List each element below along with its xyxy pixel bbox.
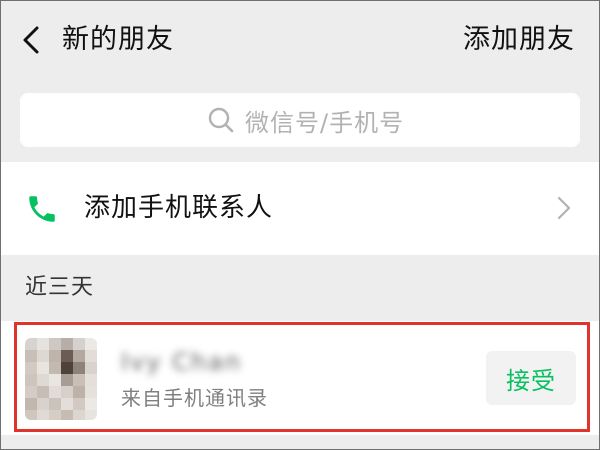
avatar[interactable] <box>25 338 97 420</box>
search-input[interactable]: 微信号/手机号 <box>20 93 580 147</box>
add-phone-contacts-label: 添加手机联系人 <box>84 193 274 223</box>
request-source-label: 来自手机通讯录 <box>121 386 268 410</box>
search-icon <box>208 107 234 133</box>
page-title: 新的朋友 <box>62 24 174 55</box>
top-navigation-bar: 新的朋友 添加朋友 <box>1 1 599 79</box>
chevron-right-icon <box>557 196 571 220</box>
add-friend-link[interactable]: 添加朋友 <box>463 20 575 60</box>
avatar-mosaic-image <box>25 338 97 420</box>
add-phone-contacts-item[interactable]: 添加手机联系人 <box>1 162 599 255</box>
accept-button[interactable]: 接受 <box>486 351 576 405</box>
phone-icon <box>29 196 55 222</box>
requester-name: Ivy Chan <box>121 348 242 376</box>
search-placeholder: 微信号/手机号 <box>245 108 405 137</box>
new-friends-screen: 新的朋友 添加朋友 微信号/手机号 添加手机联系人 近三天 Ivy Chan 来… <box>0 0 600 450</box>
section-header-recent-three-days: 近三天 <box>25 275 95 300</box>
search-input-content: 微信号/手机号 <box>207 93 404 147</box>
back-arrow-icon[interactable] <box>17 25 45 55</box>
